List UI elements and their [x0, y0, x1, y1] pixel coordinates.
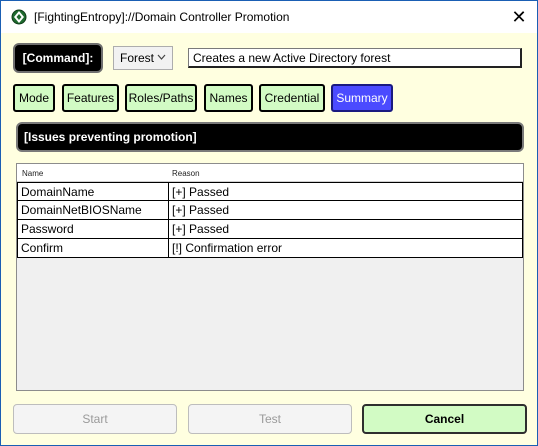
column-divider	[168, 239, 169, 257]
tab-mode[interactable]: Mode	[13, 84, 55, 112]
fighting-entropy-logo-icon	[11, 9, 27, 25]
tab-credential[interactable]: Credential	[259, 84, 325, 112]
row-reason-cell: [!] Confirmation error	[172, 241, 283, 255]
column-header-reason[interactable]: Reason	[172, 169, 200, 178]
close-icon: ✕	[511, 6, 527, 27]
column-divider	[168, 201, 169, 219]
tab-roles-paths[interactable]: Roles/Paths	[125, 84, 197, 112]
table-row[interactable]: Password [+] Passed	[17, 220, 523, 239]
row-name-cell: DomainNetBIOSName	[21, 203, 142, 217]
mode-select-value: Forest	[120, 51, 155, 65]
command-label: [Command]:	[13, 43, 103, 73]
close-button[interactable]: ✕	[501, 1, 537, 33]
promotion-window: [FightingEntropy]://Domain Controller Pr…	[0, 0, 538, 446]
row-reason-cell: [+] Passed	[172, 203, 230, 217]
table-row[interactable]: Confirm [!] Confirmation error	[17, 239, 523, 258]
issues-header: [Issues preventing promotion]	[16, 122, 524, 152]
row-reason-cell: [+] Passed	[172, 185, 230, 199]
table-header: Name Reason	[17, 164, 523, 182]
table-row[interactable]: DomainName [+] Passed	[17, 182, 523, 201]
table-row[interactable]: DomainNetBIOSName [+] Passed	[17, 201, 523, 220]
window-title: [FightingEntropy]://Domain Controller Pr…	[34, 10, 290, 24]
row-name-cell: Confirm	[21, 241, 64, 255]
mode-select[interactable]: Forest	[113, 46, 173, 70]
test-button[interactable]: Test	[188, 404, 352, 434]
row-name-cell: DomainName	[21, 185, 95, 199]
column-divider	[168, 183, 169, 201]
command-description: Creates a new Active Directory forest	[188, 48, 522, 68]
tab-features[interactable]: Features	[62, 84, 119, 112]
title-bar: [FightingEntropy]://Domain Controller Pr…	[1, 1, 537, 33]
start-button[interactable]: Start	[13, 404, 177, 434]
tab-summary[interactable]: Summary	[331, 84, 393, 112]
issues-table[interactable]: Name Reason DomainName [+] Passed Domain…	[16, 163, 524, 391]
column-header-name[interactable]: Name	[22, 169, 43, 178]
row-reason-cell: [+] Passed	[172, 222, 230, 236]
cancel-button[interactable]: Cancel	[362, 404, 527, 434]
row-name-cell: Password	[21, 222, 74, 236]
chevron-down-icon	[157, 50, 166, 67]
column-divider	[168, 220, 169, 238]
tab-names[interactable]: Names	[204, 84, 253, 112]
